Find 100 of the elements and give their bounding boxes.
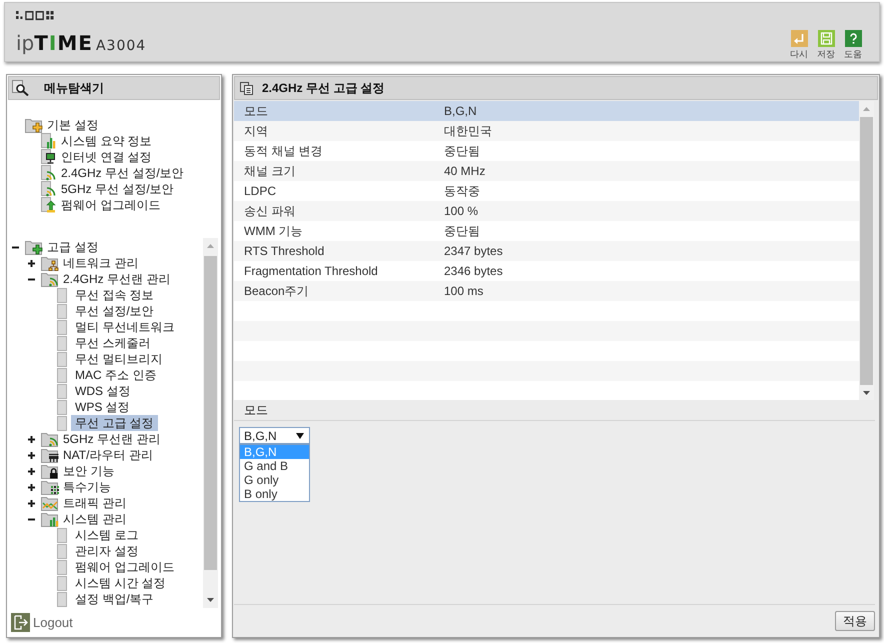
setting-value: 100 ms: [444, 284, 484, 298]
setting-name: LDPC: [244, 184, 278, 198]
expand-icon[interactable]: [28, 260, 35, 266]
help-button[interactable]: 도움: [844, 30, 862, 60]
expand-icon[interactable]: [28, 452, 35, 458]
expand-icon[interactable]: [28, 484, 35, 490]
menu-item[interactable]: 무선 멀티브리지: [71, 351, 166, 367]
folder-bar-chart-icon: [41, 511, 59, 527]
bar-chart-icon: [41, 133, 57, 149]
dropdown-option[interactable]: B only: [240, 487, 309, 501]
menu-item[interactable]: 펌웨어 업그레이드: [57, 197, 164, 213]
collapse-icon[interactable]: [28, 516, 35, 522]
wifi-icon: [41, 181, 57, 197]
setting-name: 송신 파워: [244, 202, 296, 220]
page-icon: [57, 384, 67, 398]
collapse-icon[interactable]: [28, 276, 35, 282]
scrollbar-thumb[interactable]: [204, 256, 217, 570]
folder-plus-icon: [25, 117, 43, 133]
setting-value: 동작중: [444, 182, 480, 200]
menu-item[interactable]: 보안 기능: [59, 463, 118, 479]
folder-router-icon: [41, 447, 59, 463]
scrollbar[interactable]: [859, 101, 874, 400]
menu-item[interactable]: 멀티 무선네트워크: [71, 319, 178, 335]
undo-button[interactable]: 다시: [790, 30, 808, 60]
scroll-down-icon[interactable]: [207, 598, 214, 602]
menu-item[interactable]: 시스템 요약 정보: [57, 133, 156, 149]
setting-name: WMM 기능: [244, 222, 304, 240]
setting-name: 지역: [244, 122, 269, 140]
dropdown-option[interactable]: G and B: [240, 459, 309, 473]
menu-item[interactable]: 펌웨어 업그레이드: [71, 559, 178, 575]
panel-title: 메뉴탐색기: [44, 80, 104, 96]
menu-item[interactable]: NAT/라우터 관리: [59, 447, 157, 463]
page-icon: [57, 304, 67, 318]
scrollbar-thumb[interactable]: [860, 117, 873, 385]
menu-item[interactable]: 특수기능: [59, 479, 115, 495]
page-icon: [57, 528, 67, 542]
model-name: A3004: [96, 38, 146, 54]
menu-item[interactable]: 시스템 관리: [59, 511, 130, 527]
folder-grid-icon: [41, 479, 59, 495]
menu-item[interactable]: 관리자 설정: [71, 543, 142, 559]
mode-dropdown[interactable]: B,G,N: [239, 427, 310, 444]
panel-title: 2.4GHz 무선 고급 설정: [262, 80, 385, 96]
expand-icon[interactable]: [28, 500, 35, 506]
table-row[interactable]: 모드 B,G,N: [234, 101, 859, 121]
menu-item[interactable]: 시스템 로그: [71, 527, 142, 543]
help-icon: [844, 30, 862, 47]
setting-value: 2347 bytes: [444, 244, 503, 258]
menu-item[interactable]: 5GHz 무선 설정/보안: [57, 181, 178, 197]
scroll-down-icon[interactable]: [863, 391, 870, 395]
folder-network-icon: [41, 255, 59, 271]
menu-item[interactable]: WDS 설정: [71, 383, 134, 399]
page-icon: [57, 416, 67, 430]
page-icon: [57, 592, 67, 606]
setting-value: 대한민국: [444, 122, 492, 140]
menu-item[interactable]: 시스템 시간 설정: [71, 575, 170, 591]
menu-item[interactable]: 무선 고급 설정: [71, 415, 158, 431]
search-icon: [12, 80, 29, 96]
expand-icon[interactable]: [28, 468, 35, 474]
setting-name: Beacon주기: [244, 282, 310, 300]
logout-icon: [11, 613, 30, 632]
setting-name: Fragmentation Threshold: [244, 264, 379, 278]
setting-value: B,G,N: [444, 104, 477, 118]
menu-item[interactable]: MAC 주소 인증: [71, 367, 160, 383]
setting-name: RTS Threshold: [244, 244, 326, 258]
page-icon: [57, 336, 67, 350]
menu-item[interactable]: 무선 설정/보안: [71, 303, 158, 319]
menu-item[interactable]: 5GHz 무선랜 관리: [59, 431, 164, 447]
page-icon: [57, 576, 67, 590]
menu-item[interactable]: 기본 설정: [43, 117, 102, 133]
setting-name: 동적 채널 변경: [244, 142, 324, 160]
menu-item[interactable]: 2.4GHz 무선 설정/보안: [57, 165, 188, 181]
wifi-icon: [41, 165, 57, 181]
page-icon: [57, 352, 67, 366]
collapse-icon[interactable]: [12, 244, 19, 250]
page-icon: [57, 368, 67, 382]
menu-item[interactable]: WPS 설정: [71, 399, 134, 415]
apply-button[interactable]: 적용: [835, 611, 875, 631]
scrollbar[interactable]: [203, 238, 218, 608]
logo-dots-icon: [16, 11, 54, 21]
save-button[interactable]: 저장: [817, 30, 835, 60]
save-icon: [818, 30, 834, 47]
menu-item[interactable]: 2.4GHz 무선랜 관리: [59, 271, 174, 287]
menu-item[interactable]: 설정 백업/복구: [71, 591, 158, 607]
logout-link[interactable]: Logout: [11, 613, 73, 632]
menu-item[interactable]: 무선 스케줄러: [71, 335, 154, 351]
menu-item[interactable]: 네트워크 관리: [59, 255, 142, 271]
field-label: 모드: [244, 403, 268, 417]
menu-item[interactable]: 트래픽 관리: [59, 495, 130, 511]
menu-item[interactable]: 인터넷 연결 설정: [57, 149, 156, 165]
dropdown-option[interactable]: G only: [240, 473, 309, 487]
menu-item[interactable]: 고급 설정: [43, 239, 102, 255]
page-icon: [57, 560, 67, 574]
page-icon: [57, 288, 67, 302]
expand-icon[interactable]: [28, 436, 35, 442]
undo-icon: [790, 30, 808, 47]
setting-value: 2346 bytes: [444, 264, 503, 278]
upload-arrow-icon: [41, 197, 57, 213]
menu-item[interactable]: 무선 접속 정보: [71, 287, 158, 303]
dropdown-arrow-icon: [296, 432, 304, 438]
folder-line-chart-icon: [41, 495, 59, 511]
